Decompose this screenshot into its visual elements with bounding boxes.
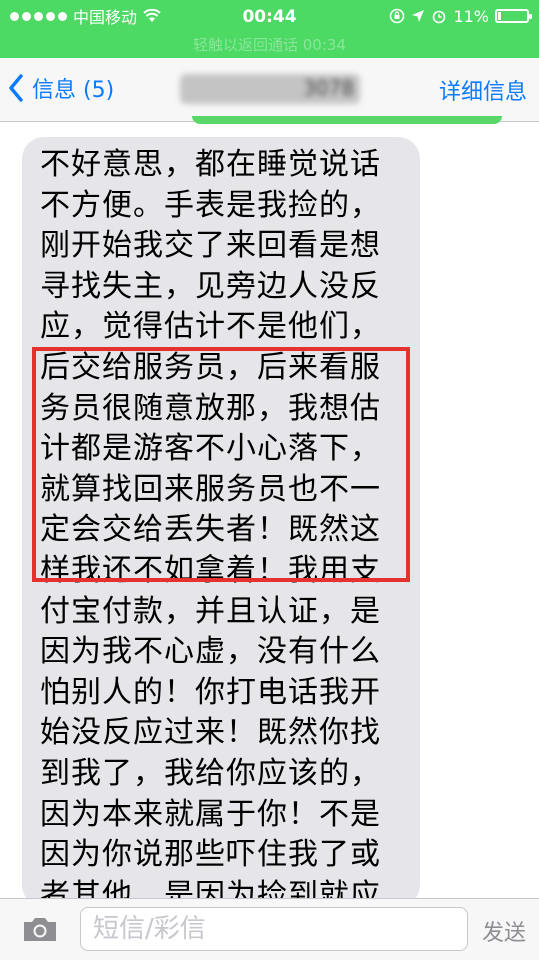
nav-bar: 信息 (5) 3078 详细信息 [0,58,539,122]
back-button[interactable]: 信息 (5) [8,72,114,104]
input-bar: 短信/彩信 发送 [0,898,539,960]
back-label: 信息 (5) [32,78,115,103]
camera-icon[interactable] [22,915,58,943]
message-line: 因为我不心虚，没有什么 [40,634,381,670]
message-input[interactable]: 短信/彩信 [80,907,468,951]
message-line: 不方便。手表是我捡的， [40,187,381,223]
message-line: 始没反应过来！既然你找 [40,715,381,751]
details-button[interactable]: 详细信息 [439,74,527,106]
message-line: 到我了，我给你应该的， [40,755,381,791]
call-banner[interactable]: 轻触以返回通话 00:34 [0,32,539,58]
battery-icon [495,9,532,23]
message-line: 不好意思，都在睡觉说话 [40,147,381,182]
message-line: 付宝付款，并且认证，是 [40,593,381,629]
message-line: 因为本来就属于你！不是 [40,796,381,832]
message-line: 因为你说那些吓住我了或 [40,837,381,873]
status-bar: 中国移动 00:44 11% [0,0,539,32]
highlight-annotation-box [32,347,410,582]
contact-title: 3078 [180,74,360,104]
status-time: 00:44 [242,7,297,27]
message-line: 寻找失主，见旁边人没反 [40,268,381,304]
back-chevron-icon [9,74,23,102]
message-line: 刚开始我交了来回看是想 [40,228,381,264]
message-line: 怕别人的！你打电话我开 [40,674,381,710]
previous-sent-bubble [192,116,502,124]
message-line: 应，觉得估计不是他们， [40,309,381,345]
contact-number: 3078 [303,76,354,100]
send-button[interactable]: 发送 [482,915,526,947]
